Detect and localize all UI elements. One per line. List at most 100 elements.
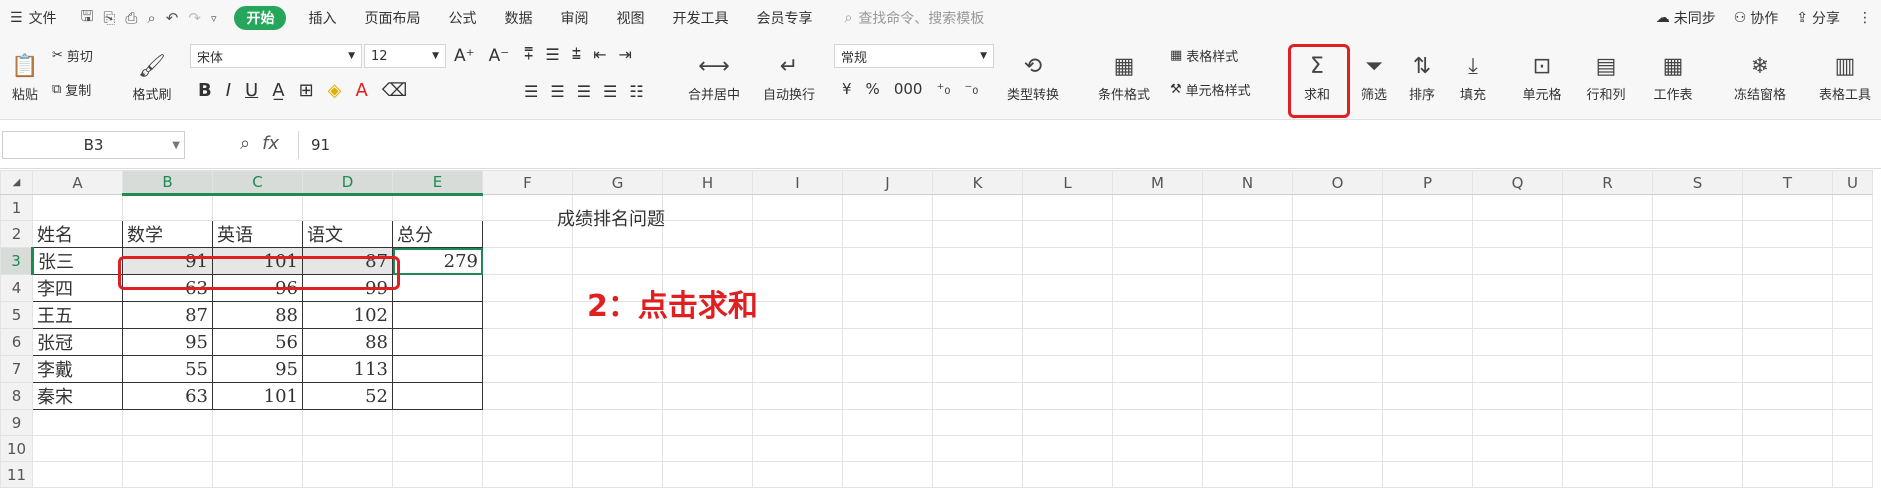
- cell[interactable]: [1832, 301, 1873, 329]
- cell[interactable]: [1652, 409, 1743, 436]
- distribute-icon[interactable]: ☷: [629, 82, 643, 101]
- table-style-button[interactable]: ▦ 表格样式: [1170, 46, 1238, 65]
- sort-button[interactable]: ⇅ 排序: [1400, 42, 1444, 114]
- cell[interactable]: [572, 355, 663, 383]
- cell[interactable]: [1562, 355, 1653, 383]
- cell[interactable]: [662, 461, 753, 488]
- cell[interactable]: [1562, 461, 1653, 488]
- cell[interactable]: [1022, 328, 1113, 356]
- column-header-f[interactable]: F: [482, 170, 573, 195]
- cell[interactable]: [122, 409, 213, 436]
- cell[interactable]: [932, 382, 1023, 410]
- sync-status[interactable]: ☁ 未同步: [1647, 0, 1725, 36]
- header-cell[interactable]: 语文: [302, 220, 393, 248]
- increase-decimal-icon[interactable]: ⁺₀: [936, 80, 950, 98]
- row-col-button[interactable]: ▤ 行和列: [1576, 42, 1636, 114]
- redo-icon[interactable]: ↷: [188, 9, 201, 27]
- cell[interactable]: [842, 247, 933, 275]
- cell[interactable]: [752, 247, 843, 275]
- cell[interactable]: 张三: [32, 247, 123, 275]
- cell[interactable]: [842, 409, 933, 436]
- cell[interactable]: [842, 328, 933, 356]
- more-menu-icon[interactable]: ⋮: [1849, 0, 1881, 36]
- cell[interactable]: [392, 435, 483, 462]
- cell[interactable]: [1382, 194, 1473, 221]
- command-search[interactable]: ⌕ 查找命令、搜索模板: [844, 8, 984, 28]
- cell[interactable]: [572, 461, 663, 488]
- wrap-text-button[interactable]: ↵ 自动换行: [756, 42, 822, 114]
- cell[interactable]: [752, 355, 843, 383]
- row-header[interactable]: 10: [0, 435, 33, 462]
- cell[interactable]: [212, 435, 303, 462]
- increase-font-icon[interactable]: A⁺: [454, 46, 475, 66]
- fx-icon[interactable]: fx: [262, 133, 279, 154]
- align-top-icon[interactable]: ⩱: [524, 44, 533, 64]
- bold-icon[interactable]: B: [198, 80, 212, 101]
- cell[interactable]: [1112, 355, 1203, 383]
- cell[interactable]: [1562, 382, 1653, 410]
- cell[interactable]: [752, 301, 843, 329]
- cell[interactable]: [752, 328, 843, 356]
- column-header-e[interactable]: E: [392, 170, 483, 196]
- cell[interactable]: [1112, 409, 1203, 436]
- cell[interactable]: [1652, 328, 1743, 356]
- cell[interactable]: [392, 194, 483, 221]
- preview-icon[interactable]: ⌕: [147, 9, 155, 27]
- column-header-u[interactable]: U: [1832, 170, 1873, 195]
- cell[interactable]: [1652, 382, 1743, 410]
- more-icon[interactable]: ▿: [211, 12, 217, 25]
- cell[interactable]: [932, 194, 1023, 221]
- fill-color-icon[interactable]: ◈: [328, 80, 342, 101]
- cell[interactable]: [1652, 194, 1743, 221]
- cell[interactable]: [1832, 328, 1873, 356]
- cell[interactable]: [1562, 220, 1653, 248]
- tab-developer[interactable]: 开发工具: [658, 0, 742, 36]
- cell[interactable]: [482, 355, 573, 383]
- align-bottom-icon[interactable]: ⩲: [572, 44, 581, 64]
- header-cell[interactable]: 总分: [392, 220, 483, 248]
- filter-button[interactable]: ⏷ 筛选: [1352, 42, 1396, 114]
- row-header[interactable]: 2: [0, 220, 33, 248]
- conditional-format-button[interactable]: ▦ 条件格式: [1088, 42, 1160, 114]
- cell[interactable]: 李戴: [32, 355, 123, 383]
- save-icon[interactable]: 🖫: [81, 6, 94, 31]
- cell[interactable]: [1742, 194, 1833, 221]
- cell[interactable]: [392, 409, 483, 436]
- font-size-select[interactable]: 12 ▼: [364, 44, 446, 68]
- column-header-d[interactable]: D: [302, 170, 393, 196]
- decrease-font-icon[interactable]: A⁻: [489, 46, 510, 66]
- align-left-icon[interactable]: ☰: [524, 82, 538, 101]
- cell[interactable]: [752, 435, 843, 462]
- cell[interactable]: [1472, 355, 1563, 383]
- cell[interactable]: 113: [302, 355, 393, 383]
- cell[interactable]: [1112, 435, 1203, 462]
- cell[interactable]: 102: [302, 301, 393, 329]
- cell[interactable]: [842, 461, 933, 488]
- cell[interactable]: [1742, 409, 1833, 436]
- cell[interactable]: [1562, 409, 1653, 436]
- cell[interactable]: 95: [212, 355, 303, 383]
- cell[interactable]: [1292, 355, 1383, 383]
- tab-home[interactable]: 开始: [234, 6, 287, 30]
- cell[interactable]: [932, 220, 1023, 248]
- italic-icon[interactable]: I: [226, 80, 231, 101]
- cell[interactable]: [302, 194, 393, 221]
- row-header[interactable]: 9: [0, 409, 33, 436]
- cell[interactable]: [1742, 220, 1833, 248]
- strikethrough-icon[interactable]: A̲: [272, 80, 284, 101]
- cell[interactable]: [482, 409, 573, 436]
- cell[interactable]: 52: [302, 382, 393, 410]
- name-box[interactable]: B3 ▼: [2, 131, 185, 159]
- cell[interactable]: [1472, 328, 1563, 356]
- cell[interactable]: [1292, 382, 1383, 410]
- cell[interactable]: [1112, 247, 1203, 275]
- cell[interactable]: [1112, 194, 1203, 221]
- cell[interactable]: [662, 247, 753, 275]
- cell[interactable]: [1472, 220, 1563, 248]
- column-header-p[interactable]: P: [1382, 170, 1473, 195]
- column-header-i[interactable]: I: [752, 170, 843, 195]
- cell[interactable]: [122, 461, 213, 488]
- cell[interactable]: [752, 194, 843, 221]
- cell[interactable]: 55: [122, 355, 213, 383]
- cell[interactable]: [392, 274, 483, 302]
